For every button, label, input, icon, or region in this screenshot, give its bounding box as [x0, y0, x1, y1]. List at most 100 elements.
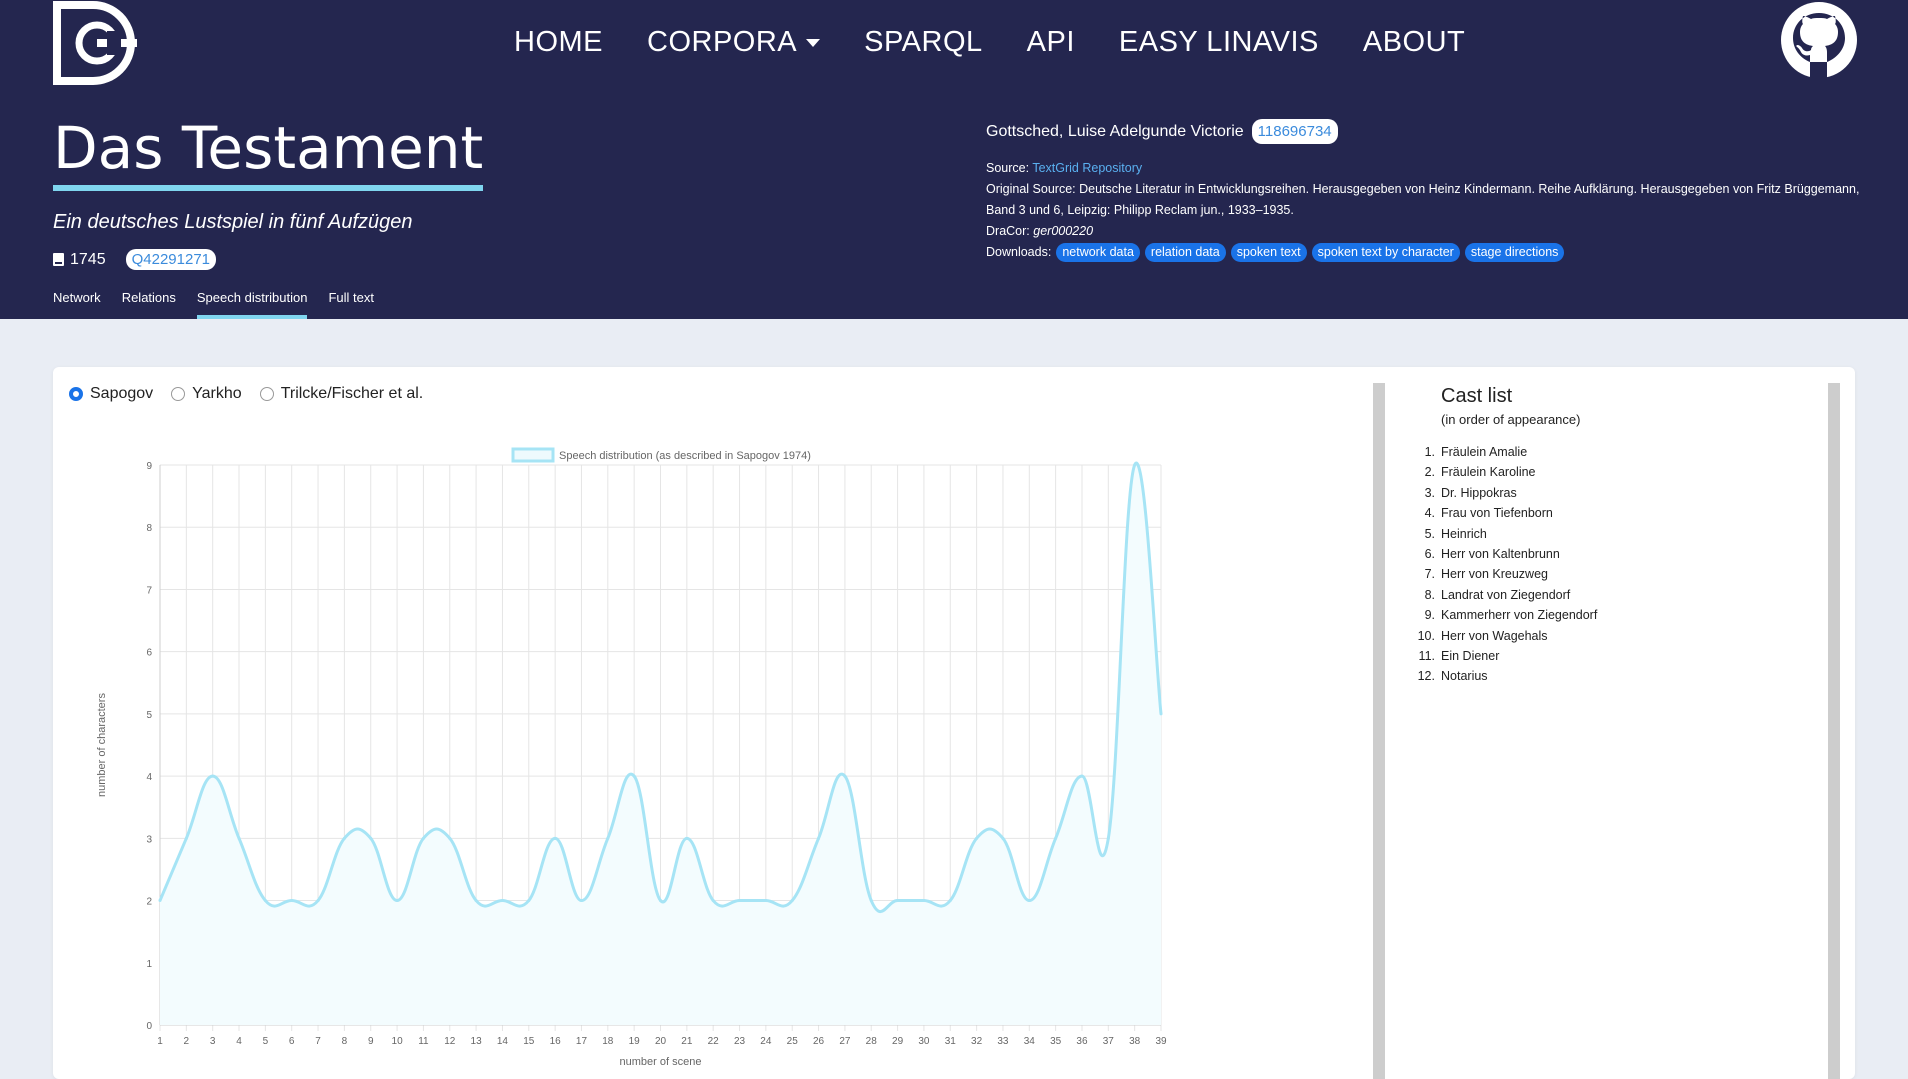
cast-member-name: Dr. Hippokras — [1441, 485, 1517, 500]
cast-member-name: Herr von Wagehals — [1441, 628, 1548, 643]
download-relation-data[interactable]: relation data — [1144, 243, 1226, 262]
radio-yarkho[interactable]: Yarkho — [171, 385, 242, 403]
x-tick-label: 24 — [760, 1036, 772, 1047]
gnd-badge[interactable]: 118696734 — [1251, 119, 1338, 144]
cast-member-number: 2. — [1424, 465, 1435, 480]
y-tick-label: 9 — [146, 461, 152, 472]
dracor-logo-icon[interactable] — [53, 1, 137, 85]
wikidata-badge[interactable]: Q42291271 — [125, 249, 216, 270]
x-tick-label: 35 — [1050, 1036, 1062, 1047]
radio-yarkho-dot[interactable] — [171, 387, 186, 401]
x-tick-label: 23 — [734, 1036, 746, 1047]
cast-member-number: 10. — [1417, 628, 1435, 643]
data-point — [395, 899, 399, 903]
github-icon[interactable] — [1780, 1, 1858, 79]
legend-label: Speech distribution (as described in Sap… — [559, 450, 811, 462]
cast-member-name: Frau von Tiefenborn — [1441, 506, 1553, 521]
data-point — [553, 836, 557, 840]
radio-trilcke-fischer[interactable]: Trilcke/Fischer et al. — [259, 385, 424, 403]
data-point — [158, 899, 162, 903]
dracor-label: DraCor: — [986, 224, 1030, 238]
cast-subtitle: (in order of appearance) — [1441, 412, 1581, 427]
cast-member: 9. Kammerherr von Ziegendorf — [1425, 608, 1598, 628]
data-point — [1001, 836, 1005, 840]
data-point — [421, 836, 425, 840]
play-details: Gottsched, Luise Adelgunde Victorie 1186… — [986, 119, 1866, 263]
cast-member: 12. Notarius — [1418, 669, 1597, 689]
radio-trilcke-fischer-label: Trilcke/Fischer et al. — [280, 385, 424, 402]
data-point — [764, 899, 768, 903]
x-tick-label: 34 — [1024, 1036, 1036, 1047]
cast-member-name: Herr von Kreuzweg — [1441, 567, 1548, 582]
data-point — [843, 774, 847, 778]
tab-speech-distribution[interactable]: Speech distribution — [196, 290, 308, 319]
cast-member-number: 12. — [1417, 669, 1435, 684]
download-stage-directions[interactable]: stage directions — [1464, 243, 1565, 262]
cast-member-number: 4. — [1424, 506, 1435, 521]
cast-member-name: Heinrich — [1441, 526, 1487, 541]
nav-sparql[interactable]: SPARQL — [864, 26, 983, 59]
x-tick-label: 32 — [971, 1036, 983, 1047]
x-tick-label: 27 — [839, 1036, 851, 1047]
cast-panel: Cast list (in order of appearance) 1. Frä… — [1418, 385, 1598, 690]
tab-full-text[interactable]: Full text — [328, 290, 374, 319]
cast-member: 1. Fräulein Amalie — [1425, 445, 1597, 465]
x-tick-label: 7 — [315, 1036, 321, 1047]
panel-scrollbar[interactable] — [1828, 383, 1840, 1079]
x-tick-label: 6 — [289, 1036, 295, 1047]
x-tick-label: 19 — [629, 1036, 641, 1047]
x-tick-label: 4 — [236, 1036, 242, 1047]
data-point — [975, 836, 979, 840]
y-tick-label: 0 — [146, 1021, 152, 1032]
tab-relations[interactable]: Relations — [122, 290, 176, 319]
data-point — [579, 899, 583, 903]
download-spoken-text[interactable]: spoken text — [1230, 243, 1307, 262]
x-tick-label: 31 — [945, 1036, 957, 1047]
source-row: Source: TextGrid Repository — [986, 158, 1866, 179]
cast-member-number: 8. — [1424, 587, 1435, 602]
nav-corpora[interactable]: CORPORA — [647, 26, 821, 59]
year: 1745 — [70, 250, 106, 268]
data-point — [290, 899, 294, 903]
x-tick-label: 30 — [918, 1036, 930, 1047]
data-point — [342, 836, 346, 840]
data-point — [896, 899, 900, 903]
x-tick-label: 33 — [997, 1036, 1009, 1047]
download-spoken-text-by-character[interactable]: spoken text by character — [1311, 243, 1460, 262]
x-tick-label: 37 — [1103, 1036, 1115, 1047]
x-tick-label: 9 — [368, 1036, 374, 1047]
data-point — [369, 836, 373, 840]
y-tick-label: 7 — [146, 585, 152, 596]
x-tick-label: 25 — [787, 1036, 799, 1047]
radio-trilcke-fischer-dot[interactable] — [259, 387, 274, 401]
cast-member-number: 7. — [1424, 567, 1435, 582]
radio-sapogov-dot[interactable] — [69, 387, 83, 401]
radio-sapogov[interactable]: Sapogov — [69, 385, 153, 403]
data-point — [659, 899, 662, 903]
download-network-data[interactable]: network data — [1056, 243, 1140, 262]
nav-api[interactable]: API — [1027, 26, 1075, 59]
y-tick-label: 6 — [146, 648, 152, 659]
x-tick-label: 22 — [708, 1036, 720, 1047]
x-tick-label: 16 — [550, 1036, 562, 1047]
x-axis-label: number of scene — [620, 1056, 702, 1068]
site-header: HOME CORPORA SPARQL API EASY LINAVIS ABO… — [0, 0, 1908, 319]
data-point — [1106, 836, 1110, 840]
panel-divider — [1373, 383, 1385, 1079]
data-point — [738, 899, 742, 903]
source-link[interactable]: TextGrid Repository — [1032, 161, 1142, 175]
page-title: Das Testament — [53, 118, 484, 191]
x-tick-label: 1 — [157, 1036, 163, 1047]
data-point — [1159, 712, 1163, 716]
x-tick-label: 17 — [576, 1036, 588, 1047]
tab-network[interactable]: Network — [53, 290, 101, 319]
original-source-label: Original Source: — [986, 182, 1076, 196]
x-tick-label: 11 — [418, 1036, 429, 1047]
cast-member-number: 3. — [1424, 485, 1435, 500]
nav-home[interactable]: HOME — [514, 26, 603, 59]
original-source-text: Deutsche Literatur in Entwicklungsreihen… — [986, 182, 1860, 217]
data-point — [817, 836, 821, 840]
cast-title: Cast list — [1441, 385, 1513, 407]
nav-about[interactable]: ABOUT — [1363, 26, 1465, 59]
nav-easy-linavis[interactable]: EASY LINAVIS — [1119, 26, 1319, 59]
